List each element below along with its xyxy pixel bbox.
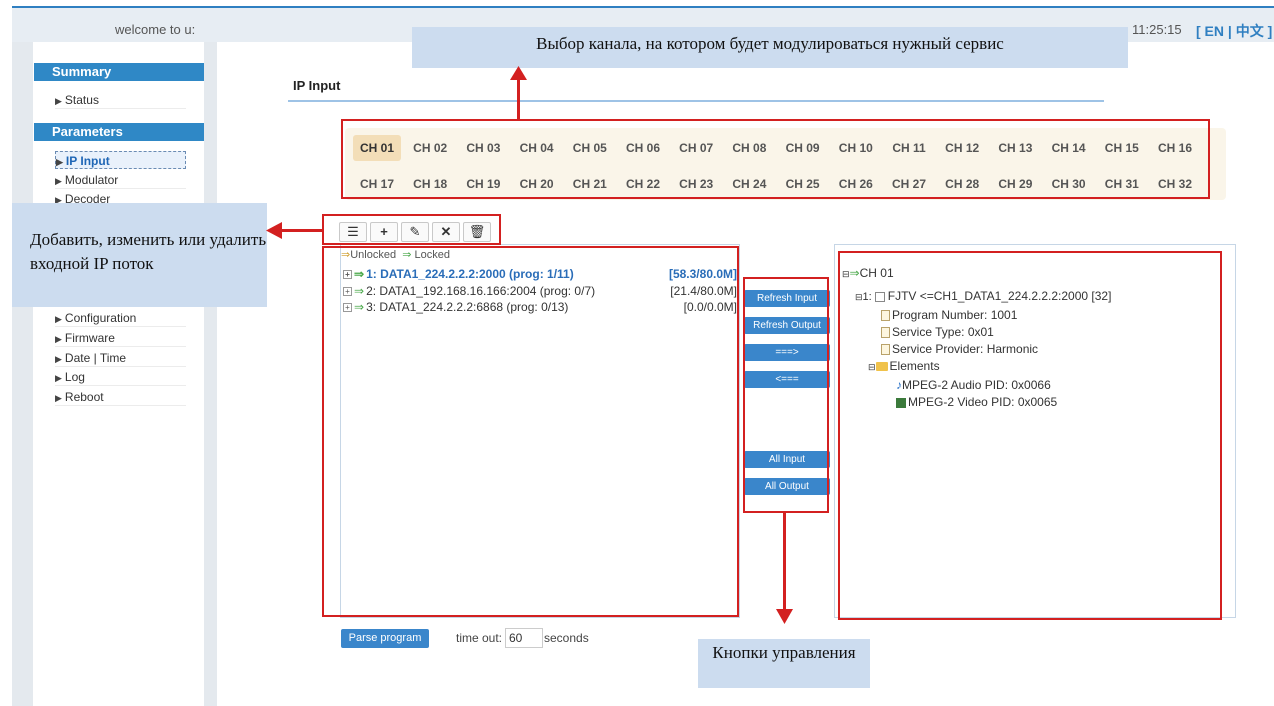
sidebar-item-label: Reboot [64, 390, 104, 404]
parameters-heading[interactable]: Parameters [34, 123, 204, 141]
buttons-arrow-shaft [783, 513, 786, 611]
channel-arrow-head-icon [510, 66, 527, 80]
arrow-right-icon: ▶ [55, 314, 62, 324]
channel-highlight-box [341, 119, 1210, 199]
sidebar-item-configuration[interactable]: ▶ Configuration [55, 309, 186, 327]
sidebar-item-ip-input[interactable]: ▶ IP Input [55, 151, 186, 169]
sidebar-item-status[interactable]: ▶ Status [55, 91, 186, 109]
sidebar-item-label: Status [64, 93, 99, 107]
arrow-right-icon: ▶ [55, 393, 62, 403]
buttons-arrow-head-icon [776, 609, 793, 624]
arrow-right-icon: ▶ [55, 176, 62, 186]
clock: 11:25:15 [1132, 22, 1182, 37]
stream-list-highlight-box [322, 246, 739, 617]
sidebar-item-firmware[interactable]: ▶ Firmware [55, 329, 186, 347]
sidebar-item-label: Modulator [64, 173, 119, 187]
sidebar-item-label: IP Input [65, 154, 110, 168]
tree-highlight-box [838, 251, 1222, 620]
timeout-label: time out: [456, 631, 503, 645]
stream-edit-callout: Добавить, изменить или удалить входной I… [12, 203, 267, 307]
channel-select-callout: Выбор канала, на котором будет модулиров… [412, 27, 1128, 68]
arrow-right-icon: ▶ [55, 334, 62, 344]
sidebar-item-modulator[interactable]: ▶ Modulator [55, 171, 186, 189]
timeout-input[interactable] [505, 628, 543, 648]
parse-program-button[interactable]: Parse program [341, 629, 429, 648]
sidebar-item-log[interactable]: ▶ Log [55, 368, 186, 386]
summary-heading[interactable]: Summary [34, 63, 204, 81]
arrow-right-icon: ▶ [55, 96, 62, 106]
channel-arrow-shaft [517, 78, 520, 120]
page-title: IP Input [293, 78, 341, 93]
control-buttons-callout: Кнопки управления [698, 639, 870, 688]
sidebar-item-reboot[interactable]: ▶ Reboot [55, 388, 186, 406]
buttons-highlight-box [743, 277, 829, 513]
toolbar-arrow-shaft [280, 229, 323, 232]
language-switch[interactable]: [ EN | 中文 ] [1196, 21, 1272, 41]
sidebar-item-label: Date | Time [64, 351, 127, 365]
arrow-right-icon: ▶ [55, 373, 62, 383]
title-divider [288, 100, 1104, 102]
sidebar-item-label: Firmware [64, 331, 115, 345]
welcome-text: welcome to u: [115, 22, 196, 37]
seconds-label: seconds [544, 631, 589, 645]
toolbar-highlight-box [322, 214, 501, 245]
toolbar-arrow-head-icon [266, 222, 282, 239]
arrow-right-icon: ▶ [56, 157, 63, 167]
arrow-right-icon: ▶ [55, 354, 62, 364]
sidebar-item-date-time[interactable]: ▶ Date | Time [55, 349, 186, 367]
sidebar-item-label: Log [64, 370, 85, 384]
sidebar-item-label: Configuration [64, 311, 137, 325]
